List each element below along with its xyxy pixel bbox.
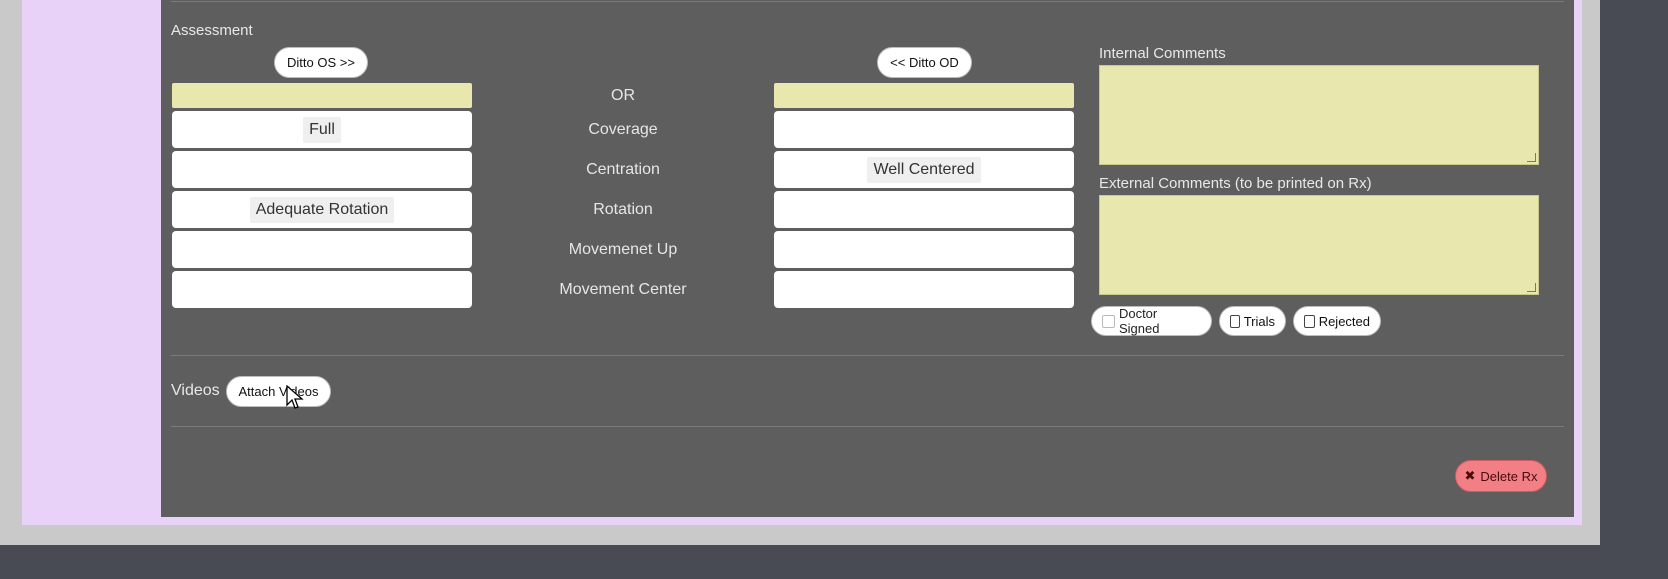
trials-checkbox[interactable] bbox=[1230, 314, 1240, 328]
od-movement-center-field[interactable] bbox=[774, 271, 1074, 308]
os-rotation-field[interactable]: Adequate Rotation bbox=[172, 191, 472, 228]
videos-divider bbox=[171, 426, 1564, 427]
os-coverage-field[interactable]: Full bbox=[172, 111, 472, 148]
od-movement-up-field[interactable] bbox=[774, 231, 1074, 268]
od-centration-value: Well Centered bbox=[867, 156, 981, 183]
rejected-toggle[interactable]: Rejected bbox=[1293, 306, 1381, 336]
os-movement-center-field[interactable] bbox=[172, 271, 472, 308]
od-or-field[interactable] bbox=[774, 83, 1074, 108]
assessment-heading: Assessment bbox=[171, 22, 253, 39]
top-divider bbox=[171, 1, 1564, 2]
row-label-coverage: Coverage bbox=[588, 121, 658, 138]
trials-label: Trials bbox=[1243, 313, 1275, 329]
od-coverage-field[interactable] bbox=[774, 111, 1074, 148]
os-rotation-value: Adequate Rotation bbox=[249, 196, 395, 223]
row-label-movement-center: Movement Center bbox=[559, 281, 687, 298]
videos-label: Videos bbox=[171, 382, 220, 399]
ditto-od-button[interactable]: << Ditto OD bbox=[877, 47, 972, 78]
resize-grip-icon[interactable] bbox=[1527, 283, 1536, 292]
row-label-or: OR bbox=[611, 87, 635, 104]
x-icon: ✖ bbox=[1464, 468, 1476, 483]
doctor-signed-toggle: Doctor Signed bbox=[1091, 306, 1212, 336]
trials-toggle[interactable]: Trials bbox=[1219, 306, 1286, 336]
doctor-signed-checkbox bbox=[1102, 314, 1115, 328]
delete-rx-label: Delete Rx bbox=[1480, 468, 1538, 484]
external-comments-textarea[interactable] bbox=[1099, 195, 1539, 295]
delete-rx-button[interactable]: ✖ Delete Rx bbox=[1455, 460, 1547, 492]
rejected-label: Rejected bbox=[1318, 313, 1370, 329]
row-label-rotation: Rotation bbox=[593, 201, 653, 218]
os-coverage-value: Full bbox=[303, 116, 341, 143]
row-label-movement-up: Movemenet Up bbox=[568, 241, 678, 258]
rejected-checkbox[interactable] bbox=[1304, 314, 1315, 328]
od-rotation-field[interactable] bbox=[774, 191, 1074, 228]
resize-grip-icon[interactable] bbox=[1527, 153, 1536, 162]
section-divider bbox=[171, 355, 1564, 356]
os-or-field[interactable] bbox=[172, 83, 472, 108]
os-movement-up-field[interactable] bbox=[172, 231, 472, 268]
ditto-os-button[interactable]: Ditto OS >> bbox=[274, 47, 368, 78]
external-comments-label: External Comments (to be printed on Rx) bbox=[1099, 175, 1372, 192]
internal-comments-label: Internal Comments bbox=[1099, 45, 1226, 62]
od-centration-field[interactable]: Well Centered bbox=[774, 151, 1074, 188]
attach-videos-button[interactable]: Attach Videos bbox=[226, 376, 331, 407]
rx-panel: Assessment Ditto OS >> << Ditto OD Full … bbox=[161, 0, 1574, 517]
row-label-centration: Centration bbox=[586, 161, 660, 178]
mouse-cursor-icon bbox=[286, 385, 304, 409]
internal-comments-textarea[interactable] bbox=[1099, 65, 1539, 165]
doctor-signed-label: Doctor Signed bbox=[1118, 306, 1160, 336]
os-centration-field[interactable] bbox=[172, 151, 472, 188]
